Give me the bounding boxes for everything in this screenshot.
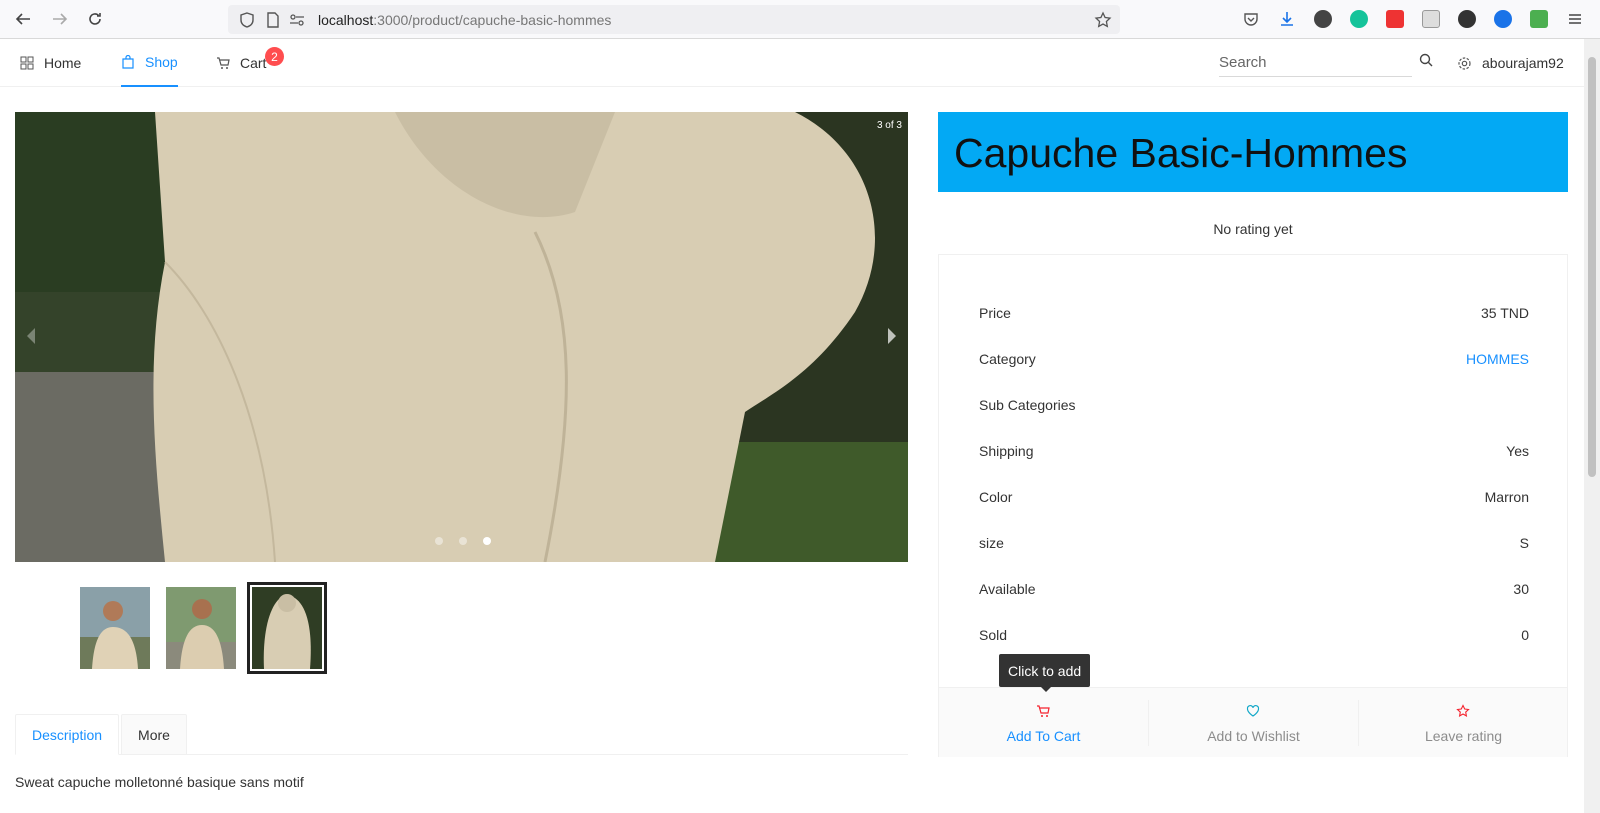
carousel-dots [435, 537, 491, 545]
add-to-cart-button[interactable]: Add To Cart [939, 688, 1148, 758]
browser-toolbar: localhost:3000/product/capuche-basic-hom… [0, 0, 1600, 39]
carousel-prev-icon[interactable] [23, 324, 39, 348]
detail-label: Shipping [979, 443, 1034, 459]
page-icon [264, 11, 282, 29]
address-bar[interactable]: localhost:3000/product/capuche-basic-hom… [228, 5, 1120, 34]
back-icon[interactable] [12, 8, 34, 30]
tab-more[interactable]: More [121, 714, 187, 755]
json-extension-icon[interactable] [1530, 10, 1548, 28]
shopping-bag-icon [122, 55, 134, 69]
add-to-cart-tooltip: Click to add [999, 654, 1091, 692]
add-to-cart-label: Add To Cart [1006, 728, 1081, 744]
nav-shop-label: Shop [145, 54, 178, 70]
detail-value: Yes [1506, 443, 1529, 459]
nav-cart[interactable]: Cart [216, 39, 266, 87]
c-extension-icon[interactable] [1494, 10, 1512, 28]
category-link[interactable]: HOMMES [1466, 351, 1529, 367]
detail-value: Marron [1484, 489, 1529, 505]
detail-row-shipping: Shipping Yes [979, 443, 1529, 463]
detail-row-category: Category HOMMES [979, 351, 1529, 371]
carousel-dot[interactable] [459, 537, 467, 545]
detail-label: Category [979, 351, 1036, 367]
detail-label: size [979, 535, 1004, 551]
detail-row-sold: Sold 0 [979, 627, 1529, 647]
detail-row-color: Color Marron [979, 489, 1529, 509]
nav-cart-label: Cart [240, 55, 267, 71]
nav-shop[interactable]: Shop [121, 39, 178, 87]
thumbnail-1[interactable] [80, 587, 150, 669]
leave-rating-label: Leave rating [1424, 728, 1503, 744]
pdf-extension-icon[interactable] [1386, 10, 1404, 28]
shield-icon[interactable] [238, 11, 256, 29]
star-icon [1456, 704, 1470, 717]
pocket-icon[interactable] [1242, 10, 1260, 28]
detail-value: 0 [1521, 627, 1529, 643]
detail-value: S [1519, 535, 1529, 551]
product-photo [15, 112, 908, 562]
url-text: localhost:3000/product/capuche-basic-hom… [318, 12, 612, 28]
product-title: Capuche Basic-Hommes [954, 130, 1408, 176]
search-input[interactable] [1219, 49, 1412, 77]
add-to-wishlist-label: Add to Wishlist [1207, 728, 1300, 744]
slide-counter: 3 of 3 [876, 120, 902, 131]
detail-row-price: Price 35 TND [979, 305, 1529, 325]
detail-label: Available [979, 581, 1036, 597]
downloads-icon[interactable] [1278, 10, 1296, 28]
notes-extension-icon[interactable] [1422, 10, 1440, 28]
detail-row-available: Available 30 [979, 581, 1529, 601]
cart-count-badge: 2 [265, 47, 284, 66]
detail-label: Sub Categories [979, 397, 1076, 413]
carousel-next-icon[interactable] [884, 324, 900, 348]
detail-label: Price [979, 305, 1011, 321]
detail-row-subcategories: Sub Categories [979, 397, 1529, 417]
shopping-cart-icon [1037, 705, 1050, 717]
add-to-wishlist-button[interactable]: Add to Wishlist [1149, 688, 1358, 758]
thumbnail-2[interactable] [166, 587, 236, 669]
scrollbar-thumb[interactable] [1588, 57, 1596, 477]
nav-home[interactable]: Home [20, 39, 81, 87]
thumbnail-3-selected[interactable] [247, 582, 327, 674]
alert-extension-icon[interactable] [1458, 10, 1476, 28]
reload-icon[interactable] [84, 8, 106, 30]
appstore-icon [20, 56, 34, 70]
permissions-icon[interactable] [288, 11, 306, 29]
settings-gear-icon [1458, 56, 1471, 70]
tab-description[interactable]: Description [15, 714, 119, 755]
leave-rating-button[interactable]: Leave rating [1359, 688, 1568, 758]
card-actions: Add To Cart Add to Wishlist Leave rating [939, 687, 1567, 757]
heart-icon [1246, 704, 1260, 717]
account-extension-icon[interactable] [1314, 10, 1332, 28]
product-title-banner: Capuche Basic-Hommes [938, 112, 1568, 192]
description-text: Sweat capuche molletonné basique sans mo… [15, 774, 304, 790]
rating-text: No rating yet [1213, 221, 1293, 237]
detail-label: Sold [979, 627, 1008, 643]
search-icon[interactable] [1419, 53, 1434, 73]
detail-value: 35 TND [1481, 305, 1529, 321]
forward-icon[interactable] [49, 8, 71, 30]
carousel-dot-active[interactable] [483, 537, 491, 545]
hamburger-menu-icon[interactable] [1566, 10, 1584, 28]
product-image-carousel[interactable]: 3 of 3 [15, 112, 908, 562]
detail-row-size: size S [979, 535, 1529, 555]
bookmark-star-icon[interactable] [1094, 11, 1112, 29]
shopping-cart-icon [217, 57, 230, 69]
carousel-dot[interactable] [435, 537, 443, 545]
detail-value: 30 [1513, 581, 1529, 597]
nav-user[interactable]: abourajam92 [1457, 39, 1564, 87]
nav-home-label: Home [44, 55, 82, 71]
detail-label: Color [979, 489, 1013, 505]
product-tabs: Description More [15, 714, 908, 755]
page-scrollbar[interactable] [1584, 39, 1600, 813]
grammarly-icon[interactable] [1350, 10, 1368, 28]
nav-user-label: abourajam92 [1482, 55, 1564, 71]
